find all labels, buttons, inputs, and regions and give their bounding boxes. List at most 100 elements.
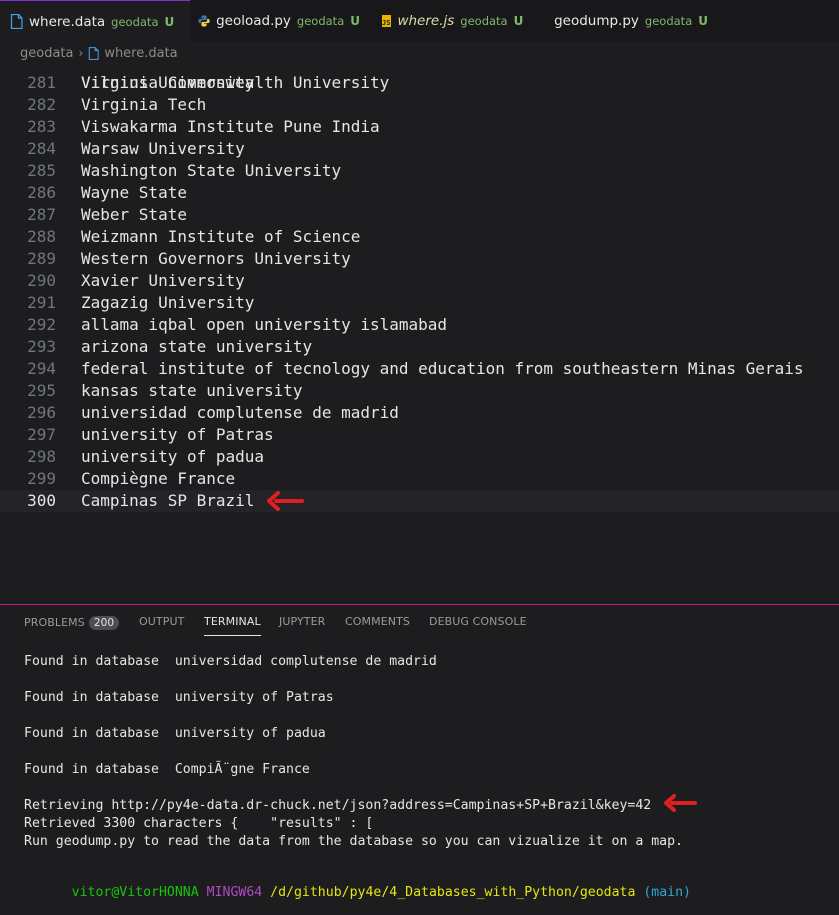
tab-label: geoload.py <box>216 13 291 29</box>
prompt-branch: (main) <box>643 885 691 900</box>
tab-folder: geodata <box>297 14 344 28</box>
tab-where-js[interactable]: JS where.js geodata U <box>372 0 532 42</box>
tab-debug-console[interactable]: DEBUG CONSOLE <box>429 615 527 628</box>
line-text: Xavier University <box>81 270 245 292</box>
terminal-line: Retrieving http://py4e-data.dr-chuck.net… <box>24 798 651 813</box>
file-icon <box>88 47 99 60</box>
tab-status: U <box>350 14 360 28</box>
tab-status: U <box>165 15 175 29</box>
editor-line[interactable]: 293arizona state university <box>0 336 839 358</box>
prompt-system: MINGW64 <box>207 885 263 900</box>
line-text: Weber State <box>81 204 187 226</box>
line-number: 293 <box>0 336 56 358</box>
tab-label: where.data <box>29 14 105 30</box>
editor-line[interactable]: 297 university of Patras <box>0 424 839 446</box>
editor-tab-bar: where.data geodata U geoload.py geodata … <box>0 0 839 42</box>
bottom-panel: PROBLEMS200 OUTPUT TERMINAL JUPYTER COMM… <box>0 605 839 890</box>
line-number: 288 <box>0 226 56 248</box>
tab-label: PROBLEMS <box>24 616 85 629</box>
tab-folder: geodata <box>460 14 507 28</box>
editor-line[interactable]: 283Viswakarma Institute Pune India <box>0 116 839 138</box>
editor-line[interactable]: 287 Weber State <box>0 204 839 226</box>
chevron-right-icon: › <box>79 46 84 60</box>
line-text: Compiègne France <box>81 468 235 490</box>
terminal-line: Run geodump.py to read the data from the… <box>24 834 683 849</box>
line-text: Weizmann Institute of Science <box>81 226 360 248</box>
tab-problems[interactable]: PROBLEMS200 <box>24 616 119 630</box>
line-number: 285 <box>0 160 56 182</box>
editor-line[interactable]: 295 kansas state university <box>0 380 839 402</box>
tab-where-data[interactable]: where.data geodata U <box>0 0 190 42</box>
line-text: Western Governors University <box>81 248 351 270</box>
editor-line[interactable]: 300Campinas SP Brazil <box>0 490 839 512</box>
tab-output[interactable]: OUTPUT <box>139 615 184 628</box>
annotation-arrow-icon <box>266 490 304 512</box>
line-number: 282 <box>0 94 56 116</box>
editor-line[interactable]: 282Virginia Tech <box>0 94 839 116</box>
editor-line[interactable]: 294federal institute of tecnology and ed… <box>0 358 839 380</box>
terminal-line: Found in database university of padua <box>24 726 326 741</box>
line-text: Warsaw University <box>81 138 245 160</box>
line-text: Viswakarma Institute Pune India <box>81 116 380 138</box>
tab-jupyter[interactable]: JUPYTER <box>279 615 325 628</box>
line-number: 281 <box>0 72 56 94</box>
editor-line[interactable]: 296universidad complutense de madrid <box>0 402 839 424</box>
editor-line-partial: Vilnius University <box>0 64 839 72</box>
tab-status: U <box>698 14 708 28</box>
terminal-line: Retrieved 3300 characters { "results" : … <box>24 816 373 831</box>
breadcrumb-file[interactable]: where.data <box>104 46 177 61</box>
editor-line[interactable]: 285 Washington State University <box>0 160 839 182</box>
breadcrumb-folder[interactable]: geodata <box>20 46 74 61</box>
terminal-line: Found in database university of Patras <box>24 690 334 705</box>
tab-geodump-py[interactable]: geodump.py geodata U <box>538 0 718 42</box>
prompt-path: /d/github/py4e/4_Databases_with_Python/g… <box>270 885 635 900</box>
editor-line[interactable]: 284 Warsaw University <box>0 138 839 160</box>
line-text: university of padua <box>81 446 264 468</box>
line-number: 292 <box>0 314 56 336</box>
line-number: 299 <box>0 468 56 490</box>
annotation-arrow-icon <box>663 793 697 813</box>
file-icon <box>10 14 23 29</box>
editor-line[interactable]: 299 Compiègne France <box>0 468 839 490</box>
editor-line[interactable]: 291 Zagazig University <box>0 292 839 314</box>
line-number: 286 <box>0 182 56 204</box>
line-text: Zagazig University <box>81 292 254 314</box>
editor-line[interactable]: 290 Xavier University <box>0 270 839 292</box>
prompt-user: vitor@VitorHONNA <box>72 885 199 900</box>
code-editor[interactable]: Vilnius University 281 Virginia Commonwea… <box>0 64 839 604</box>
tab-geoload-py[interactable]: geoload.py geodata U <box>188 0 370 42</box>
line-text: allama iqbal open university islamabad <box>81 314 447 336</box>
js-icon: JS <box>382 15 391 27</box>
editor-line[interactable]: 289 Western Governors University <box>0 248 839 270</box>
editor-line[interactable]: 292 allama iqbal open university islamaba… <box>0 314 839 336</box>
line-number: 289 <box>0 248 56 270</box>
line-text: Washington State University <box>81 160 341 182</box>
editor-line[interactable]: 298 university of padua <box>0 446 839 468</box>
breadcrumb: geodata › where.data <box>0 42 839 64</box>
line-number: 287 <box>0 204 56 226</box>
tab-folder: geodata <box>645 14 692 28</box>
line-number: 300 <box>0 490 56 512</box>
line-number: 296 <box>0 402 56 424</box>
line-number: 298 <box>0 446 56 468</box>
line-text: Wayne State <box>81 182 187 204</box>
tab-status: U <box>514 14 524 28</box>
python-icon <box>198 14 210 28</box>
line-text: kansas state university <box>81 380 303 402</box>
line-text: Virginia Commonwealth University <box>81 72 389 94</box>
line-text: university of Patras <box>81 424 274 446</box>
editor-line[interactable]: 288 Weizmann Institute of Science <box>0 226 839 248</box>
editor-line[interactable]: 286 Wayne State <box>0 182 839 204</box>
line-number: 297 <box>0 424 56 446</box>
editor-line[interactable]: 281 Virginia Commonwealth University <box>0 72 839 94</box>
line-number: 291 <box>0 292 56 314</box>
line-number: 294 <box>0 358 56 380</box>
tab-comments[interactable]: COMMENTS <box>345 615 410 628</box>
terminal-prompt: vitor@VitorHONNA MINGW64 /d/github/py4e/… <box>24 870 691 915</box>
line-number: 295 <box>0 380 56 402</box>
line-number: 284 <box>0 138 56 160</box>
terminal-line: Found in database CompiÃ¨gne France <box>24 762 310 777</box>
tab-label: where.js <box>397 13 454 29</box>
tab-terminal[interactable]: TERMINAL <box>204 615 261 628</box>
line-number: 290 <box>0 270 56 292</box>
